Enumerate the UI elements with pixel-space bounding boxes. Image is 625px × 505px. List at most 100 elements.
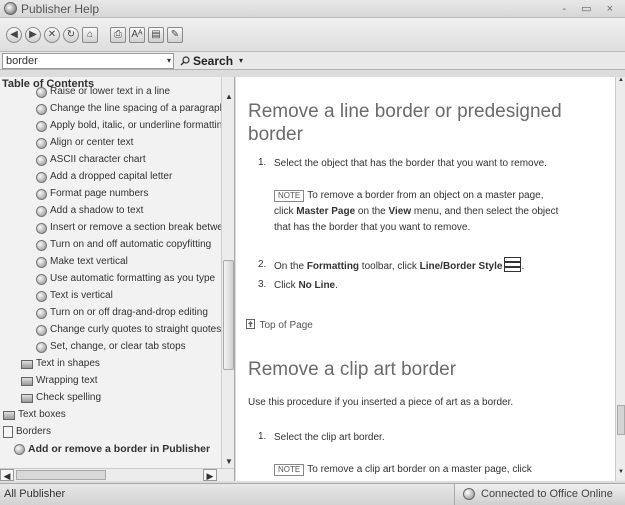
pin-icon[interactable]: ✎ [167,26,183,43]
toc-item-label: Add or remove a border in Publisher [28,443,211,455]
toc-horizontal-scrollbar[interactable]: ◀ ▶ [0,468,234,481]
toc-item[interactable]: Text boxes [3,408,222,422]
note-text: on the [355,206,389,217]
scroll-down-icon[interactable]: ▼ [223,456,234,467]
content-vertical-scrollbar[interactable]: ▲ ▼ [615,77,625,481]
no-line-command: No Line [298,280,336,291]
help-topic-icon [36,171,47,183]
toc-item-label: Text boxes [18,409,66,420]
help-topic-icon [36,154,47,166]
search-button-label: Search [193,53,234,68]
toc-item[interactable]: Text is vertical [36,289,222,303]
content-scroll-thumb[interactable] [617,405,625,435]
toc-item[interactable]: Make text vertical [36,255,222,269]
toc-list: Table of Contents Raise or lower text in… [0,77,222,481]
print-icon[interactable]: ⎙ [110,26,126,43]
toc-scroll-thumb[interactable] [223,260,234,370]
note-text: click [274,206,297,217]
toc-item[interactable]: Align or center text [36,136,222,150]
toc-item[interactable]: Set, change, or clear tab stops [36,340,222,354]
toc-toggle-icon[interactable]: ▤ [148,26,164,43]
step-text-part: On the [274,261,307,272]
help-topic-icon [36,341,47,353]
home-icon[interactable]: ⌂ [82,26,98,43]
toc-item[interactable]: Change curly quotes to straight quotes [36,323,222,337]
toc-item[interactable]: Format page numbers [36,187,222,201]
toc-item[interactable]: ASCII character chart [36,153,222,167]
search-input-value: border [6,54,38,67]
help-topic-icon [36,290,47,302]
scroll-up-icon[interactable]: ▲ [223,91,234,102]
search-dropdown-icon[interactable]: ▾ [167,54,173,68]
scroll-down-icon[interactable]: ▼ [616,469,625,480]
toc-item-label: Borders [16,426,52,437]
status-bar: All Publisher Connected to Office Online [0,483,625,505]
toc-vertical-scrollbar[interactable]: ▲ ▼ [221,77,234,469]
toc-item-label: Turn on and off automatic copyfitting [50,239,212,250]
article-title-line1: Remove a line border or predesigned [248,101,562,122]
help-topic-icon [36,103,47,115]
step-text-part: Click [274,280,299,291]
help-topic-icon [36,307,47,319]
step-text: On the Formatting toolbar, click Line/Bo… [274,257,524,275]
toc-item-label: Set, change, or clear tab stops [50,341,186,352]
toc-item[interactable]: Use automatic formatting as you type [36,272,222,286]
toc-item-label: Apply bold, italic, or underline formatt… [50,120,222,131]
title-bar: Publisher Help - ▭ × [0,0,625,18]
app-icon [4,2,17,15]
toc-item[interactable]: Borders [3,425,222,439]
toc-item[interactable]: Add or remove a border in Publisher [14,442,222,456]
toc-item[interactable]: Text in shapes [21,357,222,371]
toc-item[interactable]: Turn on and off automatic copyfitting [36,238,222,252]
toc-item[interactable]: Turn on or off drag-and-drop editing [36,306,222,320]
toc-item-label: Format page numbers [50,188,149,199]
toc-item-label: Wrapping text [36,375,98,386]
forward-icon[interactable]: ▶ [25,26,41,43]
search-options-icon[interactable]: ▾ [239,56,243,65]
toc-item[interactable]: Add a shadow to text [36,204,222,218]
note-tag: NOTE [274,190,305,202]
help-topic-icon [36,86,47,98]
top-of-page-link[interactable]: Top of Page [246,315,313,333]
search-button[interactable]: Search ▾ [180,54,243,68]
toc-item[interactable]: Insert or remove a section break between [36,221,222,235]
window-controls[interactable]: - ▭ × [562,2,619,15]
back-icon[interactable]: ◀ [6,26,22,43]
formatting-toolbar-command: Formatting [306,261,360,272]
toc-item[interactable]: Add a dropped capital letter [36,170,222,184]
note-text: To remove a clip art border on a master … [307,464,532,475]
toc-item[interactable]: Wrapping text [21,374,222,388]
step-text: Select the object that has the border th… [274,158,547,169]
toc-item-label: Insert or remove a section break between [50,222,222,233]
toc-item[interactable]: Check spelling [21,391,222,405]
toc-item-label: ASCII character chart [50,154,146,165]
step-text: Select the clip art border. [274,432,385,443]
font-size-icon[interactable]: Aᴬ [129,26,145,43]
toc-item[interactable]: Apply bold, italic, or underline formatt… [36,119,222,133]
search-scope[interactable]: All Publisher [4,488,65,500]
step-text: Click No Line. [274,278,338,294]
book-icon [21,376,33,386]
search-icon [180,55,190,65]
toc-item-label: Add a shadow to text [50,205,144,216]
search-input[interactable]: border ▾ [2,52,174,69]
note-tag: NOTE [274,464,305,476]
help-topic-icon [36,273,47,285]
toc-item[interactable]: Change the line spacing of a paragraph [36,102,222,116]
toc-item[interactable]: Raise or lower text in a line [36,85,222,99]
help-topic-icon [36,120,47,132]
toc-hscroll-thumb[interactable] [16,470,106,480]
toc-item-label: Align or center text [50,137,134,148]
stop-icon[interactable]: ✕ [44,26,60,43]
scroll-left-icon[interactable]: ◀ [0,469,14,481]
search-bar: border ▾ Search ▾ [0,52,625,70]
connection-status[interactable]: Connected to Office Online [454,484,625,505]
refresh-icon[interactable]: ↻ [63,26,79,43]
scroll-right-icon[interactable]: ▶ [203,469,217,481]
toc-item-label: Change curly quotes to straight quotes [50,324,222,335]
toc-item-label: Use automatic formatting as you type [50,273,216,284]
note-line: click Master Page on the View menu, and … [274,204,558,220]
scroll-up-icon[interactable]: ▲ [616,77,625,88]
help-topic-icon [36,222,47,234]
note-text: menu, and then select the object [411,206,559,217]
